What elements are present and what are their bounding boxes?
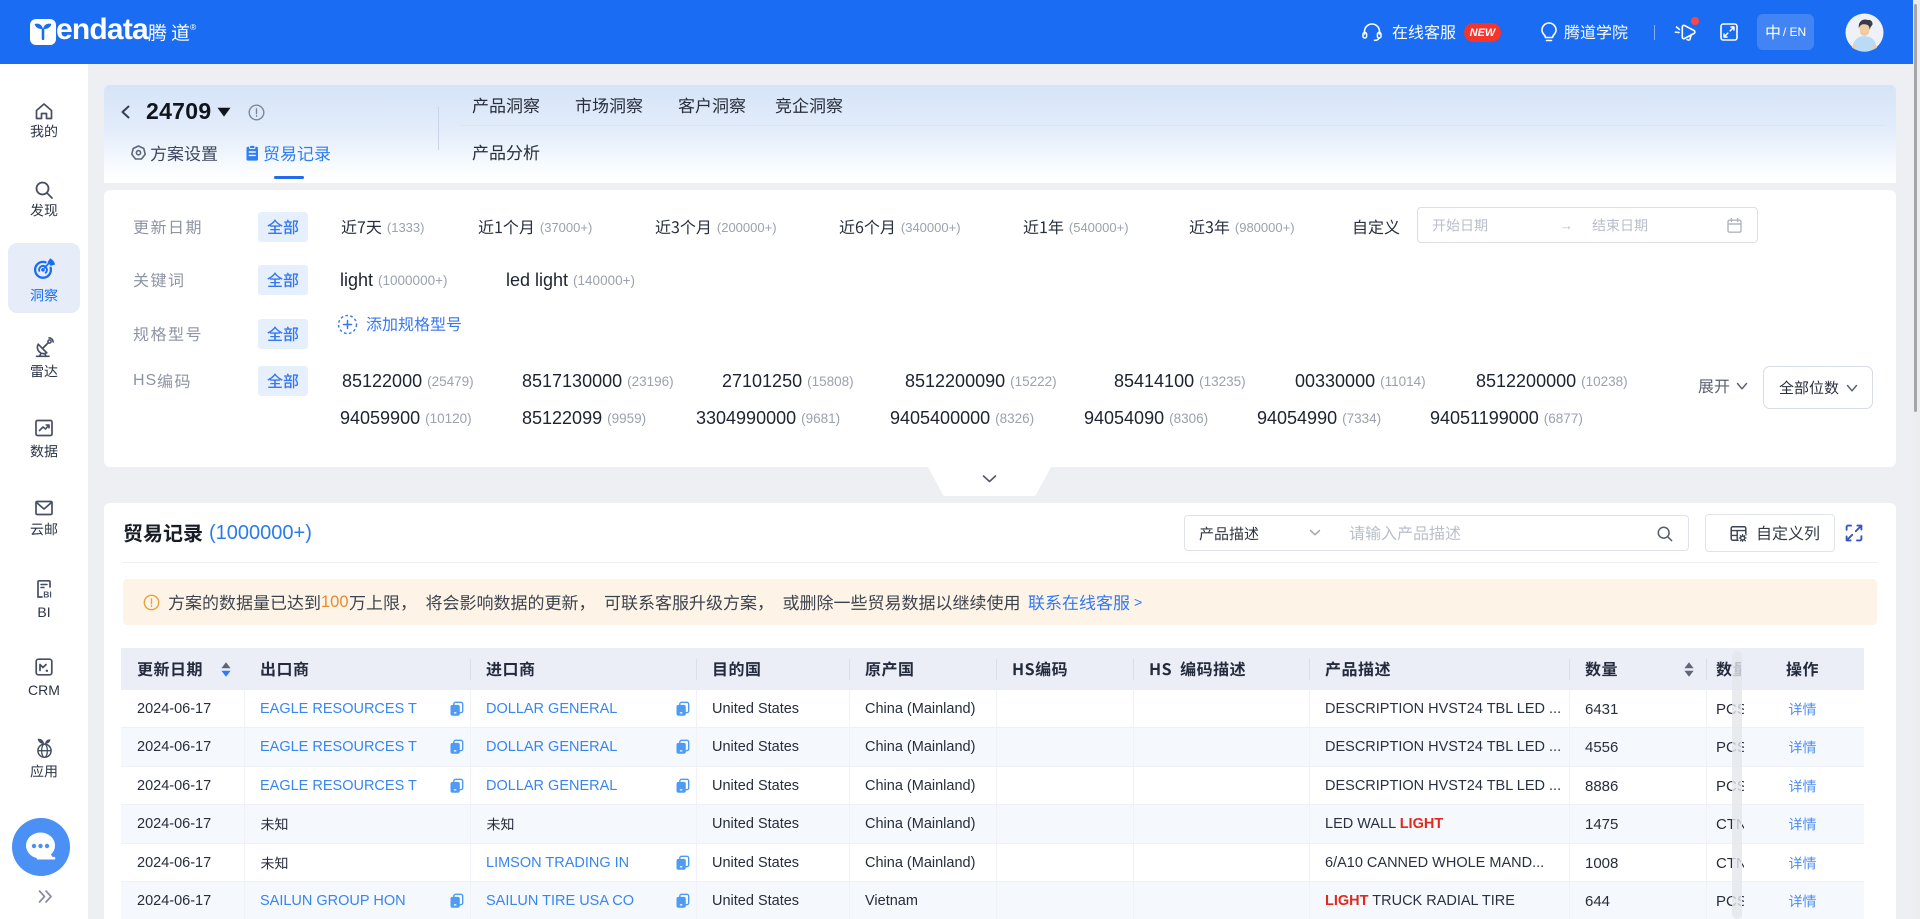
svg-text:BI: BI	[43, 590, 52, 600]
